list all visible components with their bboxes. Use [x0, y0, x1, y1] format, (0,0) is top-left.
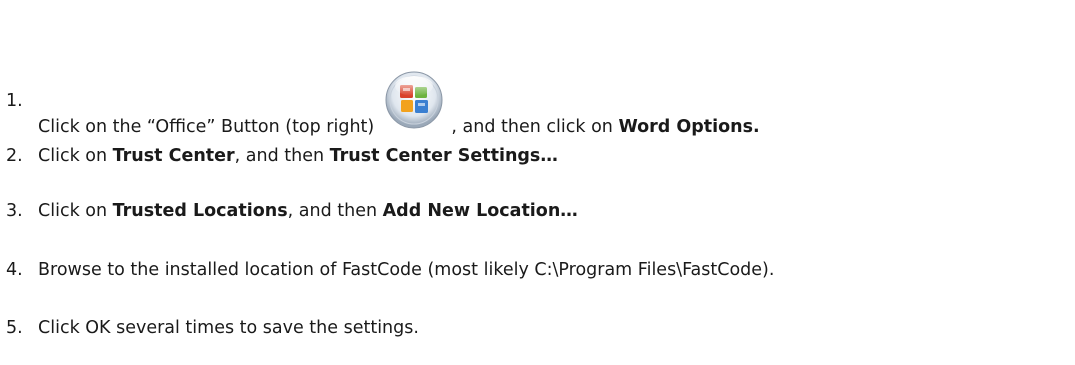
step-number: 5.	[6, 318, 23, 338]
step-3-target-1: Trusted Locations	[112, 201, 288, 221]
step-number: 2.	[6, 146, 23, 166]
step-3-target-2: Add New Location…	[382, 201, 578, 221]
step-3-mid: , and then	[287, 201, 383, 221]
step-2-target-2: Trust Center Settings…	[329, 146, 558, 166]
step-text: Click on Trusted Locations, and then Add…	[38, 196, 578, 226]
instruction-list: 1. Click on the “Office” Button (top rig…	[0, 0, 1075, 365]
office-logo-icon	[385, 71, 443, 129]
step-text: Click OK several times to save the setti…	[38, 318, 419, 338]
step-text: Click on Trust Center, and then Trust Ce…	[38, 141, 558, 171]
step-number: 1.	[6, 91, 23, 111]
step-number: 4.	[6, 260, 23, 280]
step-text: Click on the “Office” Button (top right)	[38, 71, 760, 146]
step-3-lead: Click on	[38, 201, 113, 221]
step-1-continue: , and then click on	[451, 117, 619, 137]
step-2-mid: , and then	[234, 146, 330, 166]
step-text: Browse to the installed location of Fast…	[38, 260, 775, 280]
office-button-icon	[384, 71, 444, 146]
step-number: 3.	[6, 201, 23, 221]
step-1-intro: Click on the “Office” Button (top right)	[38, 117, 375, 137]
step-2-target-1: Trust Center	[112, 146, 235, 166]
step-1-target: Word Options.	[618, 117, 760, 137]
step-2-lead: Click on	[38, 146, 113, 166]
